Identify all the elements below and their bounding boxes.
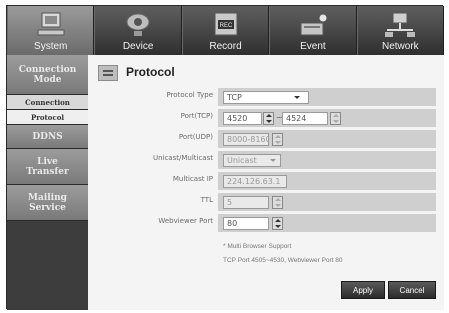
row-port-tcp: Port(TCP) 4520 ~ 4524 bbox=[88, 109, 444, 127]
cancel-button[interactable]: Cancel bbox=[388, 281, 436, 299]
ttl-input[interactable]: 5 bbox=[223, 196, 269, 209]
sidebar-subitem-protocol[interactable]: Protocol bbox=[7, 110, 88, 125]
port-tcp-label: Port(TCP) bbox=[180, 112, 213, 120]
top-menu-bar: System Device REC Record Event Network bbox=[7, 6, 445, 55]
sidebar-item-label: DDNS bbox=[32, 131, 63, 142]
tab-label: Device bbox=[122, 41, 154, 52]
tab-label: Event bbox=[300, 41, 326, 52]
port-udp-label: Port(UDP) bbox=[178, 133, 213, 141]
unicast-multicast-label: Unicast/Multicast bbox=[152, 154, 213, 162]
protocol-type-value: TCP bbox=[227, 93, 242, 102]
port-tcp-start-value: 4520 bbox=[227, 114, 248, 123]
row-ttl: TTL 5 bbox=[88, 193, 444, 211]
ttl-label: TTL bbox=[200, 196, 213, 204]
svg-text:REC: REC bbox=[219, 23, 232, 29]
content-panel: Protocol Protocol Type TCP Port(TCP) 452… bbox=[88, 55, 444, 310]
row-unicast-multicast: Unicast/Multicast Unicast bbox=[88, 151, 444, 169]
sidebar: Connection Mode Connection Protocol DDNS… bbox=[7, 55, 88, 310]
network-icon bbox=[385, 12, 416, 37]
tab-device[interactable]: Device bbox=[94, 6, 182, 55]
port-udp-spinner[interactable] bbox=[272, 133, 283, 146]
tab-label: Network bbox=[381, 41, 419, 52]
system-icon bbox=[37, 12, 65, 36]
tab-event[interactable]: Event bbox=[269, 6, 357, 55]
protocol-type-label: Protocol Type bbox=[166, 91, 213, 99]
list-icon bbox=[103, 70, 113, 76]
sidebar-item-mailing-service[interactable]: Mailing Service bbox=[7, 185, 88, 221]
settings-window: System Device REC Record Event Network C… bbox=[6, 5, 445, 310]
row-webviewer-port: Webviewer Port 80 bbox=[88, 214, 444, 232]
row-multicast-ip: Multicast IP 224.126.63.1 bbox=[88, 172, 444, 190]
sidebar-item-live-transfer[interactable]: Live Transfer bbox=[7, 149, 88, 185]
row-protocol-type: Protocol Type TCP bbox=[88, 88, 444, 106]
tab-record[interactable]: REC Record bbox=[181, 6, 270, 55]
row-port-udp: Port(UDP) 8000-8160 bbox=[88, 130, 444, 148]
sidebar-item-label: Live Transfer bbox=[26, 156, 69, 177]
sidebar-item-label: Connection bbox=[25, 97, 70, 107]
tab-label: Record bbox=[209, 41, 242, 52]
sidebar-item-label: Mailing Service bbox=[28, 192, 67, 213]
sidebar-item-ddns[interactable]: DDNS bbox=[7, 125, 88, 149]
webviewer-port-input[interactable]: 80 bbox=[223, 217, 269, 230]
sidebar-item-label: Protocol bbox=[30, 112, 65, 122]
record-icon: REC bbox=[214, 12, 238, 36]
webviewer-port-label: Webviewer Port bbox=[158, 217, 213, 225]
port-tcp-start-spinner[interactable] bbox=[263, 112, 274, 125]
webviewer-port-value: 80 bbox=[227, 219, 238, 228]
multicast-ip-input[interactable]: 224.126.63.1 bbox=[223, 175, 287, 188]
ttl-value: 5 bbox=[227, 198, 233, 207]
protocol-icon bbox=[98, 65, 118, 81]
sidebar-item-connection-mode[interactable]: Connection Mode bbox=[7, 55, 88, 95]
port-udp-value: 8000-8160 bbox=[227, 135, 269, 144]
apply-button[interactable]: Apply bbox=[341, 281, 385, 299]
multi-browser-note: * Multi Browser Support bbox=[223, 243, 292, 250]
port-range-note: TCP Port 4505~4530, Webviewer Port 80 bbox=[223, 257, 343, 264]
port-tcp-end-spinner[interactable] bbox=[330, 112, 341, 125]
device-icon bbox=[126, 13, 150, 36]
sidebar-subitem-connection[interactable]: Connection bbox=[7, 95, 88, 110]
ttl-spinner[interactable] bbox=[272, 196, 283, 209]
chevron-down-icon bbox=[294, 96, 300, 99]
port-tcp-start-input[interactable]: 4520 bbox=[223, 112, 262, 125]
tab-label: System bbox=[34, 41, 68, 52]
chevron-down-icon bbox=[270, 159, 276, 162]
webviewer-port-spinner[interactable] bbox=[272, 217, 283, 230]
port-udp-input[interactable]: 8000-8160 bbox=[223, 133, 269, 146]
port-tcp-end-value: 4524 bbox=[286, 114, 307, 123]
port-tcp-end-input[interactable]: 4524 bbox=[282, 112, 328, 125]
page-title: Protocol bbox=[126, 65, 175, 79]
tab-network[interactable]: Network bbox=[356, 6, 445, 55]
multicast-ip-value: 224.126.63.1 bbox=[227, 177, 281, 186]
multicast-ip-label: Multicast IP bbox=[172, 175, 213, 183]
sidebar-item-label: Connection Mode bbox=[18, 64, 77, 85]
unicast-multicast-value: Unicast bbox=[227, 156, 257, 165]
tab-system[interactable]: System bbox=[7, 6, 95, 55]
event-icon bbox=[300, 13, 328, 36]
